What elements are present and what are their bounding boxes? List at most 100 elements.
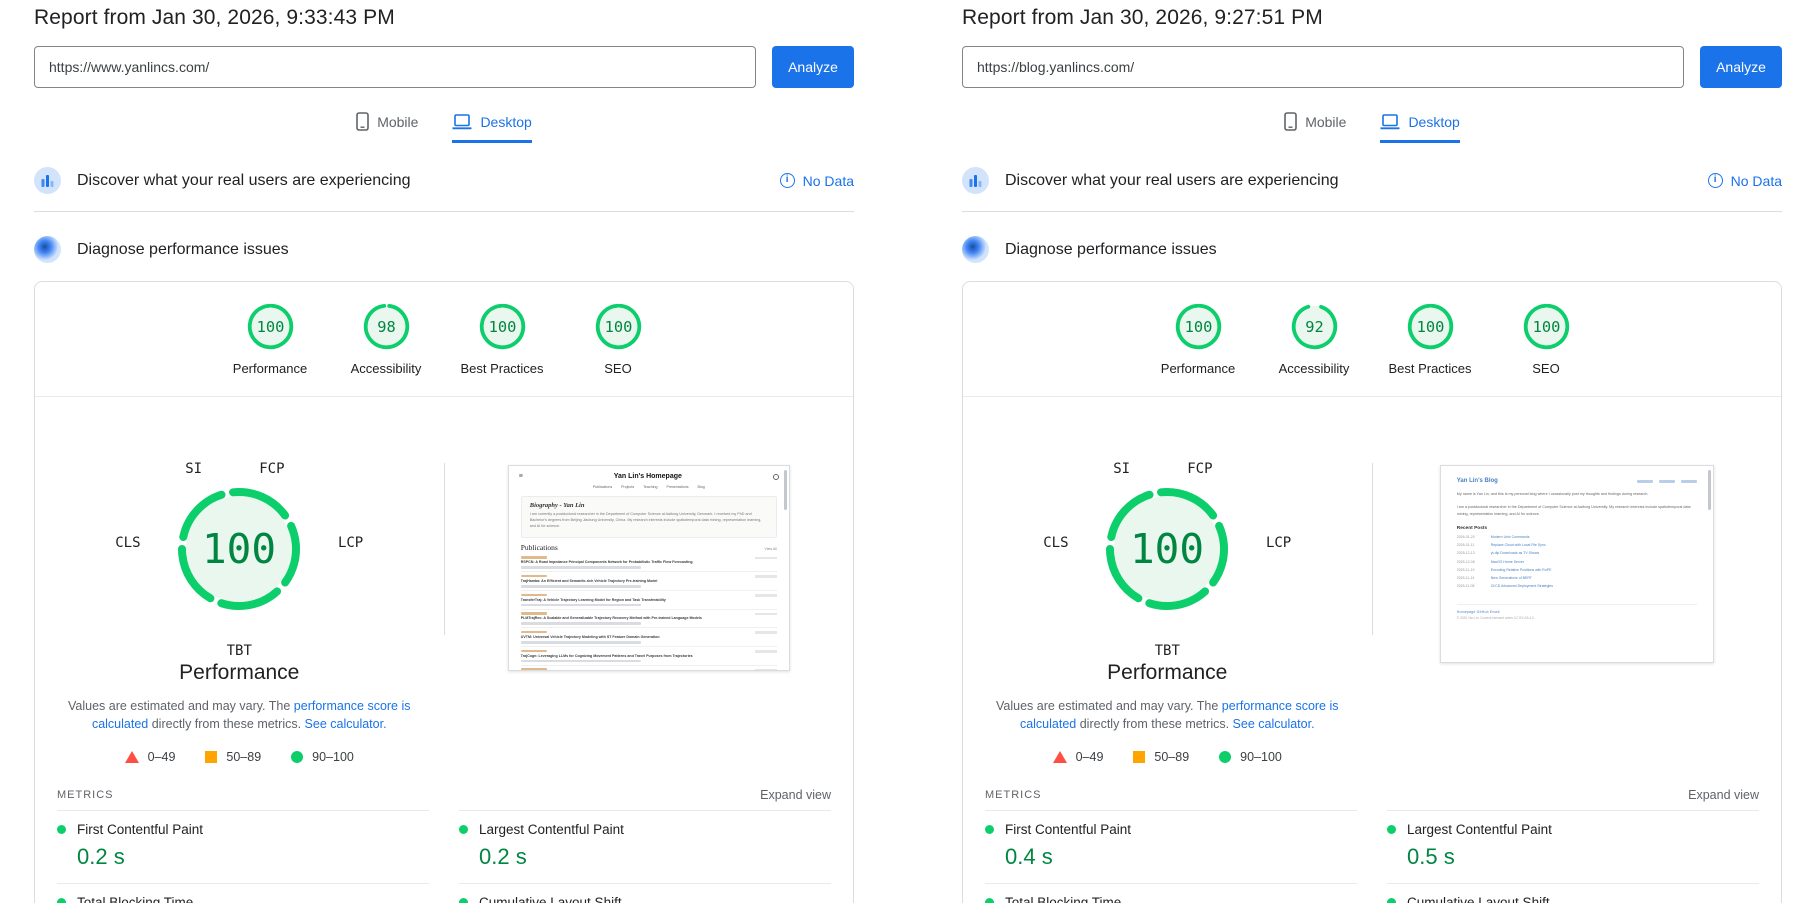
expand-view-button[interactable]: Expand view — [1688, 788, 1759, 802]
see-calculator-link[interactable]: See calculator. — [305, 717, 387, 731]
score-gauge: 100 — [1407, 303, 1454, 350]
thumb-nav: PublicationsProjectsTeachingPresentation… — [509, 483, 789, 493]
thumb-pubs-heading: Publications — [521, 543, 558, 552]
svg-text:100: 100 — [1416, 318, 1444, 336]
tab-desktop[interactable]: Desktop — [1380, 112, 1459, 143]
url-input[interactable] — [34, 46, 756, 88]
metric-name: Cumulative Layout Shift — [479, 895, 622, 903]
category-score[interactable]: 100 Best Practices — [1383, 303, 1477, 376]
metric-cell: First Contentful Paint 0.2 s — [57, 810, 429, 883]
see-calculator-link[interactable]: See calculator. — [1233, 717, 1315, 731]
legend-average-label: 50–89 — [226, 750, 261, 764]
score-gauge: 100 — [247, 303, 294, 350]
thumb-bio-heading: Biography - Yan Lin — [530, 502, 768, 509]
thumb-nav-item: Teaching — [643, 485, 657, 489]
field-data-section-header: Discover what your real users are experi… — [34, 167, 854, 212]
svg-text:100: 100 — [202, 525, 276, 573]
performance-detail: SI FCP CLS LCP TBT 100 Performance — [963, 397, 1781, 764]
metric-cell: Total Blocking Time 0 ms — [57, 883, 429, 903]
score-gauge: 98 — [363, 303, 410, 350]
category-score[interactable]: 100 Best Practices — [455, 303, 549, 376]
si-label: SI — [1113, 461, 1130, 477]
pagespeed-reports-page: Report from Jan 30, 2026, 9:33:43 PM Ana… — [0, 0, 1800, 903]
thumb-bio-box: Biography - Yan Lin I am currently a pos… — [521, 496, 777, 538]
metric-name: First Contentful Paint — [1005, 822, 1131, 837]
metric-name: Total Blocking Time — [77, 895, 193, 903]
thumb-recent-heading: Recent Posts — [1457, 526, 1697, 531]
info-icon: i — [780, 173, 795, 188]
thumb-nav — [1637, 480, 1697, 483]
category-label: Performance — [233, 361, 307, 376]
real-users-icon — [34, 167, 61, 194]
desktop-laptop-icon — [452, 114, 472, 130]
svg-text:100: 100 — [604, 318, 632, 336]
tbt-label: TBT — [1037, 643, 1297, 659]
category-label: SEO — [604, 361, 631, 376]
expand-view-button[interactable]: Expand view — [760, 788, 831, 802]
no-data-link[interactable]: i No Data — [1708, 173, 1782, 189]
category-score[interactable]: 100 Performance — [1151, 303, 1245, 376]
legend-fail-label: 0–49 — [148, 750, 176, 764]
score-disclaimer: Values are estimated and may vary. The p… — [995, 697, 1339, 733]
thumb-post-entry: 2025-11-08 CI/CD Advanced Deployment Str… — [1457, 584, 1697, 588]
thumb-site-title: Yan Lin's Blog — [1457, 478, 1498, 484]
search-row: Analyze — [962, 46, 1782, 88]
pass-dot-icon — [985, 898, 994, 903]
page-screenshot-thumbnail[interactable]: ≡ Yan Lin's Homepage PublicationsProject… — [508, 465, 790, 671]
thumb-post-entry: 2026-01-11 Replace Cloud with Local File… — [1457, 543, 1697, 547]
thumb-bio-text: I am currently a postdoctoral researcher… — [530, 512, 768, 530]
metric-name: Total Blocking Time — [1005, 895, 1121, 903]
tab-desktop[interactable]: Desktop — [452, 112, 531, 143]
diagnose-section-header: Diagnose performance issues — [34, 236, 854, 263]
disclaimer-text: Values are estimated and may vary. The — [68, 699, 294, 713]
tab-mobile-label: Mobile — [1305, 114, 1346, 130]
thumb-site-title: Yan Lin's Homepage — [523, 473, 773, 480]
analyze-button[interactable]: Analyze — [772, 46, 854, 88]
legend-average-label: 50–89 — [1154, 750, 1189, 764]
performance-gauge[interactable]: SI FCP CLS LCP TBT 100 — [1037, 461, 1297, 659]
category-score[interactable]: 98 Accessibility — [339, 303, 433, 376]
thumb-pub-entry: TransferTraj: A Vehicle Trajectory Learn… — [521, 591, 777, 610]
metric-value: 0.4 s — [1005, 844, 1357, 870]
thumb-pub-entry: RSPCN: A Road Impedance Principal Compon… — [521, 554, 777, 573]
metric-cell: Total Blocking Time 0 ms — [985, 883, 1357, 903]
thumb-view-all: View All — [765, 547, 777, 551]
fcp-label: FCP — [1187, 461, 1212, 477]
cls-label: CLS — [115, 535, 140, 551]
svg-text:100: 100 — [1184, 318, 1212, 336]
gauge-category-name: Performance — [1107, 661, 1227, 685]
tab-mobile[interactable]: Mobile — [356, 112, 418, 143]
lighthouse-report-card: 100 Performance 98 Accessibility 100 — [34, 281, 854, 903]
thumb-nav-item: Publications — [593, 485, 612, 489]
gauge-column: SI FCP CLS LCP TBT 100 Performance — [35, 397, 444, 764]
category-score[interactable]: 100 SEO — [1499, 303, 1593, 376]
thumb-post-entry: 2026-01-20 Modern Unix Commands — [1457, 535, 1697, 539]
mobile-phone-icon — [356, 112, 369, 131]
page-title: Report from Jan 30, 2026, 9:33:43 PM — [34, 6, 854, 30]
category-score[interactable]: 100 Performance — [223, 303, 317, 376]
report-panel-blog: Report from Jan 30, 2026, 9:27:51 PM Ana… — [962, 6, 1782, 903]
device-tabs: Mobile Desktop — [962, 112, 1782, 143]
category-score[interactable]: 100 SEO — [571, 303, 665, 376]
category-score[interactable]: 92 Accessibility — [1267, 303, 1361, 376]
analyze-button[interactable]: Analyze — [1700, 46, 1782, 88]
no-data-link[interactable]: i No Data — [780, 173, 854, 189]
gauge-category-name: Performance — [179, 661, 299, 685]
thumb-nav-item: Projects — [621, 485, 634, 489]
screenshot-column: Yan Lin's Blog My name is Yan Lin, and t… — [1373, 397, 1782, 663]
performance-gauge[interactable]: SI FCP CLS LCP TBT 100 — [109, 461, 369, 659]
github-icon — [773, 474, 779, 480]
thumb-footer-copy: © 2026 Yan Lin. Content licensed under C… — [1457, 616, 1697, 620]
gauge-ring: 100 — [1101, 483, 1233, 615]
pass-dot-icon — [459, 825, 468, 834]
search-row: Analyze — [34, 46, 854, 88]
tab-mobile-label: Mobile — [377, 114, 418, 130]
disclaimer-text: Values are estimated and may vary. The — [996, 699, 1222, 713]
fail-triangle-icon — [125, 751, 139, 763]
score-legend: 0–49 50–89 90–100 — [1053, 750, 1282, 764]
page-screenshot-thumbnail[interactable]: Yan Lin's Blog My name is Yan Lin, and t… — [1440, 465, 1714, 663]
thumb-scrollbar — [1708, 470, 1711, 510]
tab-mobile[interactable]: Mobile — [1284, 112, 1346, 143]
category-label: Accessibility — [1279, 361, 1350, 376]
url-input[interactable] — [962, 46, 1684, 88]
